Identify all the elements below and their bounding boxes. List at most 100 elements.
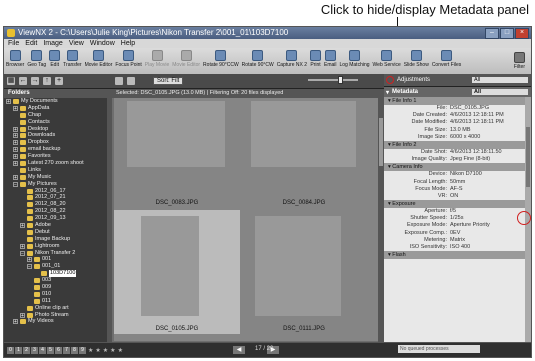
- expand-toggle-icon[interactable]: +: [6, 98, 11, 104]
- expand-toggle-icon[interactable]: +: [13, 147, 18, 153]
- thumbnail[interactable]: DSC_0083.JPG: [114, 98, 240, 208]
- metadata-section-header[interactable]: ▾ File Info 2: [384, 140, 525, 149]
- label-filter-button[interactable]: 4: [39, 346, 46, 354]
- toolbar-button[interactable]: Edit: [49, 48, 61, 68]
- toolbar-button[interactable]: Transfer: [63, 48, 82, 68]
- label-filter-button[interactable]: 7: [63, 346, 70, 354]
- toolbar-button[interactable]: Focus Point: [115, 48, 142, 68]
- toolbar-button[interactable]: Rotate 90°CW: [242, 48, 274, 68]
- toolbar-button[interactable]: Log Matching: [340, 48, 370, 68]
- folder-item[interactable]: + My Music: [4, 174, 112, 181]
- folder-item[interactable]: + AppData: [4, 105, 112, 112]
- adjustments-select[interactable]: All: [472, 77, 528, 83]
- folder-item[interactable]: −001_01: [4, 263, 112, 270]
- expand-toggle-icon[interactable]: +: [13, 140, 18, 146]
- expand-toggle-icon[interactable]: +: [20, 222, 25, 228]
- thumbnail-view-icon[interactable]: [115, 77, 123, 85]
- filter-button[interactable]: Filter: [514, 50, 525, 70]
- rating-star-icon[interactable]: ★: [103, 347, 108, 354]
- menu-edit[interactable]: Edit: [25, 39, 37, 48]
- toolbar-button[interactable]: Browser: [6, 48, 24, 68]
- folder-item[interactable]: Chap: [4, 112, 112, 119]
- back-arrow-icon[interactable]: ←: [19, 77, 27, 85]
- metadata-section-header[interactable]: ▾ File Info 1: [384, 97, 525, 105]
- expand-toggle-icon[interactable]: +: [20, 243, 25, 249]
- toolbar-button[interactable]: Rotate 90°CCW: [203, 48, 239, 68]
- folder-item[interactable]: + Desktop: [4, 126, 112, 133]
- folder-item[interactable]: Debut: [4, 229, 112, 236]
- scroll-thumb[interactable]: [526, 127, 530, 187]
- label-filter-button[interactable]: 0: [7, 346, 14, 354]
- thumbnail[interactable]: DSC_0084.JPG: [241, 98, 367, 208]
- minimize-button[interactable]: –: [485, 28, 499, 39]
- folder-item[interactable]: 2012_08_22: [4, 208, 112, 215]
- folder-item[interactable]: Links: [4, 167, 112, 174]
- folder-item[interactable]: 103D7100: [4, 270, 112, 278]
- up-folder-icon[interactable]: ↑: [43, 77, 51, 85]
- folder-item[interactable]: + Favorites: [4, 153, 112, 160]
- menu-help[interactable]: Help: [121, 39, 135, 48]
- image-view-icon[interactable]: [127, 77, 135, 85]
- folder-item[interactable]: + My Videos: [4, 318, 112, 326]
- expand-toggle-icon[interactable]: +: [13, 174, 18, 180]
- toolbar-button[interactable]: Movie Editor: [85, 48, 112, 68]
- rating-star-icon[interactable]: ★: [95, 347, 100, 354]
- thumbnail-size-slider[interactable]: [308, 76, 358, 84]
- folder-item[interactable]: + email backup: [4, 146, 112, 153]
- folder-item[interactable]: Image Backup: [4, 236, 112, 243]
- toolbar-button[interactable]: Web Service: [373, 48, 401, 68]
- thumbnail-image-food[interactable]: [255, 216, 341, 316]
- thumbnail-selected[interactable]: DSC_0105.JPG: [114, 210, 240, 334]
- folder-item[interactable]: + Adobe: [4, 222, 112, 229]
- metadata-select[interactable]: All: [472, 89, 528, 95]
- folder-item[interactable]: − My Pictures: [4, 181, 112, 188]
- toolbar-button[interactable]: Email: [324, 48, 337, 68]
- label-filter-button[interactable]: 5: [47, 346, 54, 354]
- toolbar-button[interactable]: Slide Show: [404, 48, 429, 68]
- folder-item[interactable]: 2012_09_13: [4, 215, 112, 222]
- folder-item[interactable]: 2012_06_17: [4, 188, 112, 195]
- menu-file[interactable]: File: [8, 39, 19, 48]
- new-folder-icon[interactable]: +: [55, 77, 63, 85]
- collapse-arrow-icon[interactable]: ▾: [386, 89, 389, 96]
- toolbar-button[interactable]: Capture NX 2: [277, 48, 307, 68]
- grid-view-icon[interactable]: ▦: [7, 77, 15, 85]
- expand-toggle-icon[interactable]: +: [13, 319, 18, 325]
- folder-item[interactable]: 009: [4, 284, 112, 291]
- rating-star-icon[interactable]: ★: [118, 347, 123, 354]
- expand-toggle-icon[interactable]: −: [20, 250, 25, 256]
- close-button[interactable]: ×: [515, 28, 529, 39]
- folder-item[interactable]: +001: [4, 256, 112, 263]
- folder-item[interactable]: 011: [4, 298, 112, 305]
- label-filter-button[interactable]: 9: [79, 346, 86, 354]
- thumbnail-image-iguana[interactable]: [127, 101, 225, 167]
- thumbnail[interactable]: DSC_0111.JPG: [241, 210, 367, 334]
- metadata-section-header[interactable]: ▾ Exposure: [384, 200, 525, 209]
- expand-toggle-icon[interactable]: −: [13, 181, 18, 187]
- expand-toggle-icon[interactable]: +: [13, 126, 18, 132]
- maximize-button[interactable]: □: [500, 28, 514, 39]
- folder-item[interactable]: Online clip art: [4, 305, 112, 312]
- toggle-metadata-panel-button[interactable]: [386, 76, 394, 84]
- rating-star-icon[interactable]: ★: [88, 347, 93, 354]
- folder-item[interactable]: − Nikon Transfer 2: [4, 250, 112, 257]
- expand-toggle-icon[interactable]: +: [13, 133, 18, 139]
- menu-window[interactable]: Window: [90, 39, 115, 48]
- label-filter-button[interactable]: 1: [15, 346, 22, 354]
- thumbnail-image-bird[interactable]: [141, 216, 199, 316]
- expand-toggle-icon[interactable]: +: [13, 105, 18, 111]
- folder-item[interactable]: 2012_08_20: [4, 201, 112, 208]
- folder-item[interactable]: 003: [4, 277, 112, 284]
- folder-item[interactable]: + Latest 270 zoom shoot: [4, 160, 112, 167]
- sort-dropdown[interactable]: Sort: Filt: [153, 77, 184, 85]
- menu-image[interactable]: Image: [43, 39, 62, 48]
- thumbnail-image-seafood[interactable]: [251, 101, 356, 167]
- folder-item[interactable]: + Downloads: [4, 132, 112, 139]
- prev-image-button[interactable]: ◀: [233, 346, 245, 354]
- label-filter-button[interactable]: 6: [55, 346, 62, 354]
- folder-item[interactable]: 2012_07_21: [4, 194, 112, 201]
- label-filter-button[interactable]: 8: [71, 346, 78, 354]
- slider-knob[interactable]: [338, 76, 343, 84]
- folder-item[interactable]: + My Documents: [4, 98, 112, 105]
- scroll-thumb[interactable]: [379, 118, 383, 166]
